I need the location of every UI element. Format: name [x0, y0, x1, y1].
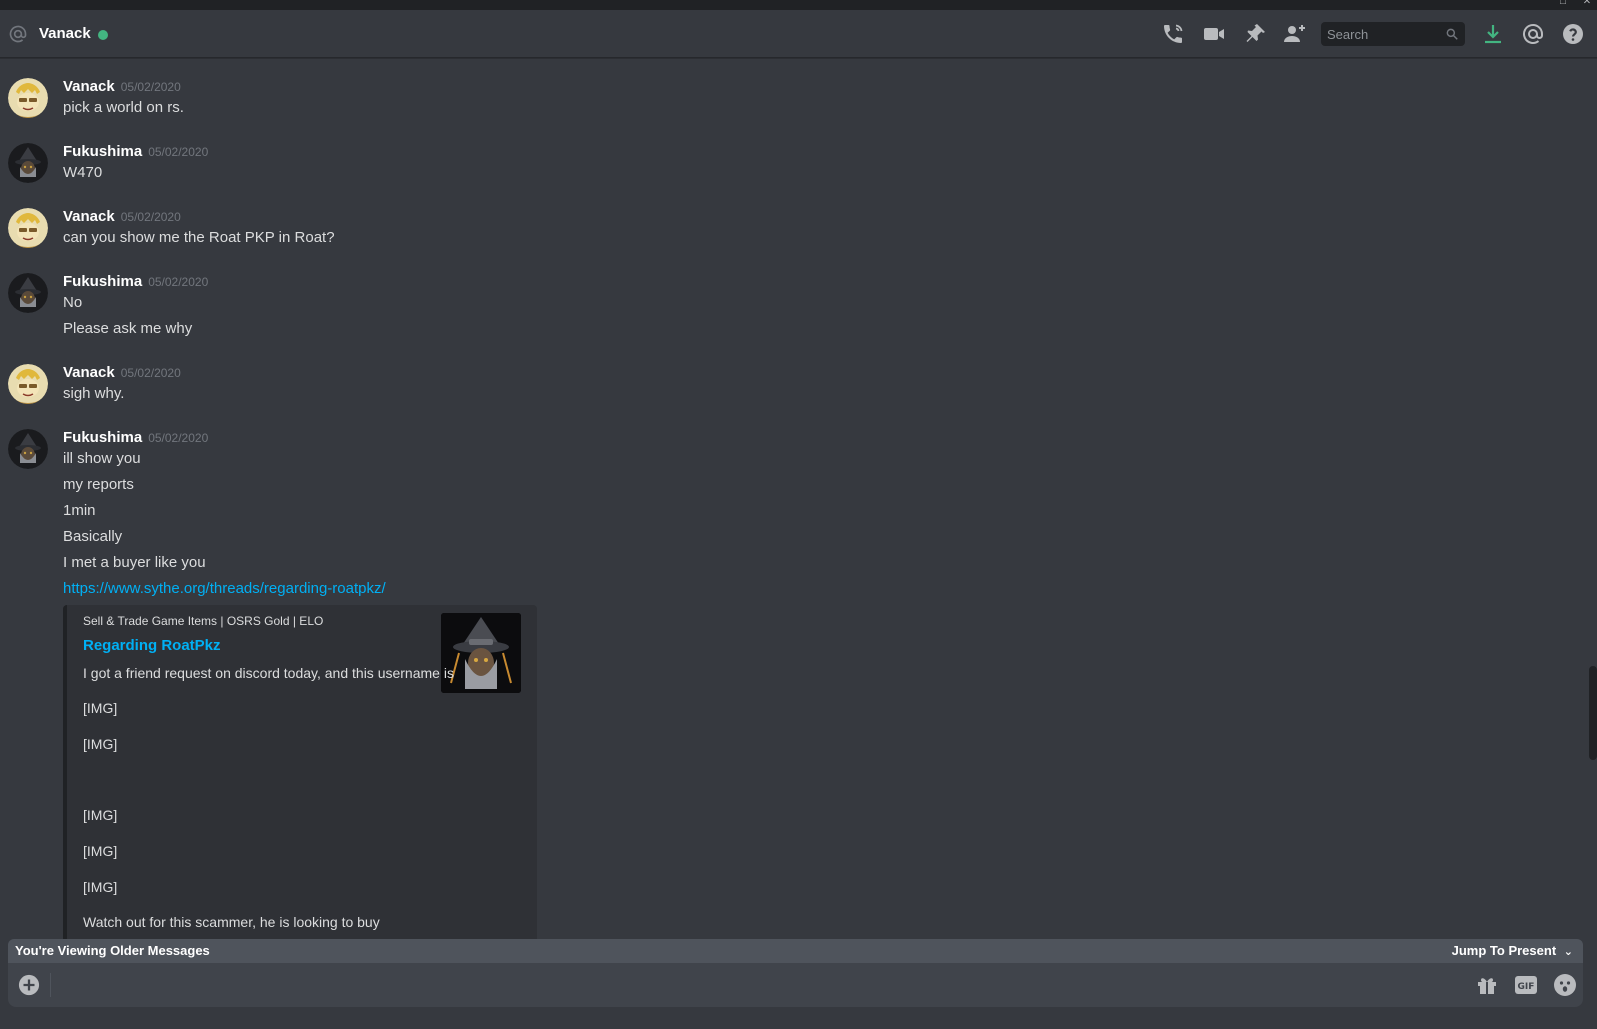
- embed-thumbnail[interactable]: [441, 613, 521, 693]
- download-icon[interactable]: [1481, 22, 1505, 46]
- message-timestamp: 05/02/2020: [120, 366, 181, 380]
- gif-label: GIF: [1518, 982, 1535, 992]
- embed-description: [IMG]: [83, 700, 118, 716]
- embed-description: Watch out for this scammer, he is lookin…: [83, 914, 380, 930]
- search-box[interactable]: [1321, 22, 1465, 46]
- embed-description: [IMG]: [83, 807, 118, 823]
- chevron-down-icon: ⌄: [1563, 946, 1573, 958]
- video-call-icon[interactable]: [1202, 22, 1226, 46]
- message-timestamp: 05/02/2020: [148, 431, 209, 445]
- message-input[interactable]: [60, 963, 1460, 1007]
- message-content: I met a buyer like you: [63, 554, 206, 571]
- message-timestamp: 05/02/2020: [148, 145, 209, 159]
- message-timestamp: 05/02/2020: [148, 275, 209, 289]
- message-composer: GIF: [8, 963, 1583, 1007]
- window-titlebar: □ ✕: [0, 0, 1597, 10]
- avatar[interactable]: [8, 364, 48, 404]
- avatar[interactable]: [8, 273, 48, 313]
- jump-to-present-label: Jump To Present: [1451, 943, 1557, 958]
- message-author[interactable]: Vanack: [63, 208, 115, 225]
- composer-divider: [50, 973, 51, 997]
- embed-description: [IMG]: [83, 736, 118, 752]
- message-list[interactable]: Vanack 05/02/2020 pick a world on rs. Fuk…: [0, 59, 1587, 939]
- message-timestamp: 05/02/2020: [120, 210, 181, 224]
- link-embed: Sell & Trade Game Items | OSRS Gold | EL…: [63, 605, 537, 939]
- message-content: ill show you: [63, 450, 141, 467]
- message-content: W470: [63, 164, 103, 181]
- search-input[interactable]: [1321, 22, 1441, 46]
- message-content: my reports: [63, 476, 134, 493]
- message-content: sigh why.: [63, 385, 125, 402]
- embed-title[interactable]: Regarding RoatPkz: [83, 637, 221, 654]
- message-content: Basically: [63, 528, 123, 545]
- embed-description: [IMG]: [83, 843, 118, 859]
- help-icon[interactable]: [1561, 22, 1585, 46]
- mention-icon[interactable]: [1521, 22, 1545, 46]
- add-friend-icon[interactable]: [1283, 22, 1307, 46]
- online-status-badge: [98, 30, 108, 40]
- channel-header: Vanack: [0, 10, 1597, 58]
- pin-icon[interactable]: [1243, 22, 1267, 46]
- gift-icon[interactable]: [1475, 973, 1499, 997]
- message-author[interactable]: Vanack: [63, 364, 115, 381]
- message-author[interactable]: Fukushima: [63, 273, 142, 290]
- message-author[interactable]: Fukushima: [63, 143, 142, 160]
- gif-icon[interactable]: GIF: [1514, 973, 1538, 997]
- at-icon: [8, 24, 28, 44]
- emoji-icon[interactable]: [1553, 973, 1577, 997]
- scrollbar-thumb[interactable]: [1589, 666, 1597, 760]
- embed-description: [IMG]: [83, 879, 118, 895]
- close-window-icon[interactable]: ✕: [1580, 0, 1594, 9]
- message-content: No: [63, 294, 83, 311]
- voice-call-icon[interactable]: [1161, 22, 1185, 46]
- maximize-icon[interactable]: □: [1556, 0, 1570, 9]
- page-title: Vanack: [39, 25, 91, 42]
- search-icon[interactable]: [1445, 27, 1459, 41]
- avatar[interactable]: [8, 429, 48, 469]
- message-author[interactable]: Fukushima: [63, 429, 142, 446]
- message-content: pick a world on rs.: [63, 99, 184, 116]
- avatar[interactable]: [8, 208, 48, 248]
- message-link[interactable]: https://www.sythe.org/threads/regarding-…: [63, 580, 386, 597]
- message-author[interactable]: Vanack: [63, 78, 115, 95]
- avatar[interactable]: [8, 78, 48, 118]
- embed-description: I got a friend request on discord today,…: [83, 665, 454, 681]
- attach-plus-icon[interactable]: [18, 974, 40, 996]
- message-timestamp: 05/02/2020: [120, 80, 181, 94]
- older-messages-label: You're Viewing Older Messages: [15, 943, 210, 958]
- embed-provider[interactable]: Sell & Trade Game Items | OSRS Gold | EL…: [83, 614, 323, 628]
- jump-to-present-button[interactable]: Jump To Present ⌄: [1452, 943, 1573, 958]
- older-messages-bar: You're Viewing Older Messages Jump To Pr…: [8, 939, 1583, 963]
- message-content: 1min: [63, 502, 96, 519]
- avatar[interactable]: [8, 143, 48, 183]
- message-content: Please ask me why: [63, 320, 193, 337]
- message-content: can you show me the Roat PKP in Roat?: [63, 229, 335, 246]
